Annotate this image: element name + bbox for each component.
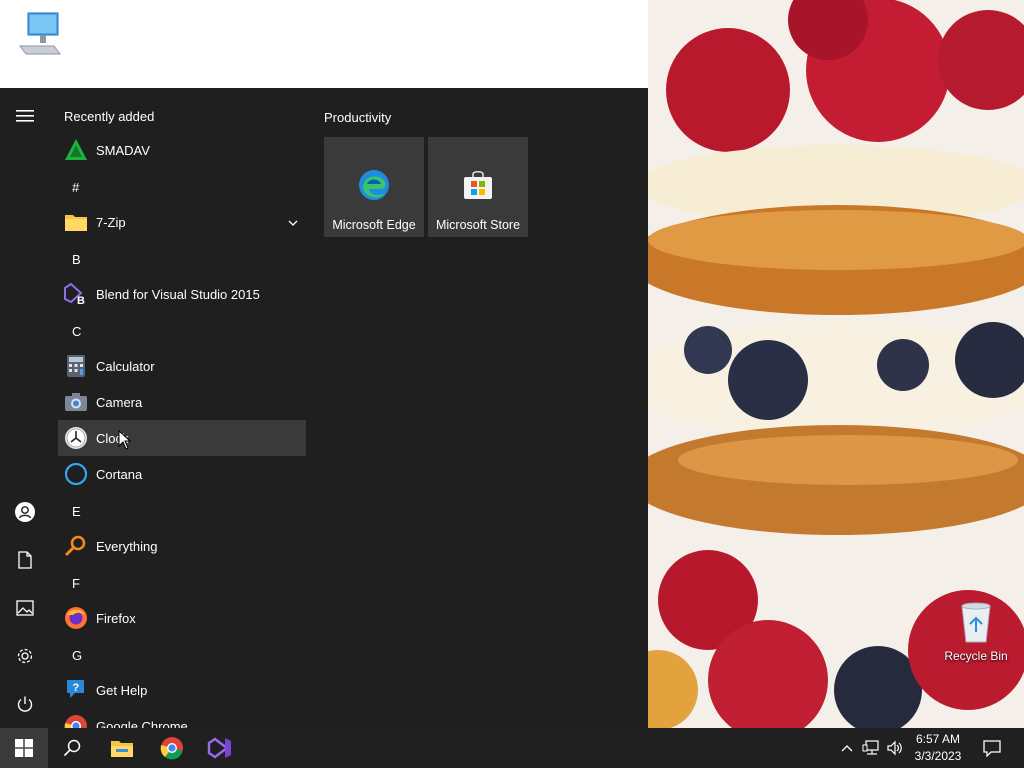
- recycle-bin-label: Recycle Bin: [944, 649, 1008, 663]
- app-firefox[interactable]: Firefox: [58, 600, 306, 636]
- app-camera[interactable]: Camera: [58, 384, 306, 420]
- app-list: Recently added SMADAV # 7-Zip B B Blend …: [58, 88, 306, 728]
- get-help-icon: ?: [63, 677, 89, 703]
- magnifier-icon: [63, 533, 89, 559]
- start-menu: Recently added SMADAV # 7-Zip B B Blend …: [0, 88, 648, 728]
- volume-button[interactable]: [884, 728, 906, 768]
- pictures-icon[interactable]: [13, 596, 37, 620]
- store-icon: [464, 170, 492, 199]
- tile-microsoft-store[interactable]: Microsoft Store: [428, 137, 528, 237]
- app-google-chrome[interactable]: Google Chrome: [58, 708, 306, 728]
- start-rail: [0, 88, 50, 728]
- app-label: Google Chrome: [96, 718, 188, 729]
- chrome-icon: [160, 737, 183, 760]
- app-everything[interactable]: Everything: [58, 528, 306, 564]
- letter-header-hash[interactable]: #: [72, 180, 79, 195]
- app-label: Calculator: [96, 358, 155, 374]
- taskbar-clock[interactable]: 6:57 AM 3/3/2023: [908, 731, 968, 765]
- letter-header-f[interactable]: F: [72, 576, 80, 591]
- file-explorer-icon: [111, 741, 133, 757]
- clock-time: 6:57 AM: [915, 732, 961, 746]
- app-label: Get Help: [96, 682, 148, 698]
- visual-studio-icon: [207, 737, 231, 759]
- app-cortana[interactable]: Cortana: [58, 456, 306, 492]
- app-smadav[interactable]: SMADAV: [58, 132, 306, 168]
- cortana-icon: [63, 461, 89, 487]
- network-button[interactable]: [860, 728, 882, 768]
- edge-icon: [359, 170, 389, 200]
- clock-date: 3/3/2023: [914, 749, 962, 763]
- volume-icon: [887, 740, 902, 756]
- start-icon: [15, 739, 33, 757]
- file-explorer-button[interactable]: [98, 728, 146, 768]
- tile-label: Microsoft Edge: [332, 218, 416, 232]
- svg-text:B: B: [77, 295, 85, 306]
- app-label: Cortana: [96, 466, 143, 482]
- search-icon: [63, 739, 81, 757]
- show-hidden-icons-button[interactable]: [838, 728, 856, 768]
- tile-group-title[interactable]: Productivity: [324, 110, 391, 125]
- recently-added-header: Recently added: [64, 109, 155, 124]
- app-label: SMADAV: [96, 142, 150, 158]
- recycle-bin-icon[interactable]: Recycle Bin: [936, 600, 1016, 663]
- clock-icon: [63, 425, 89, 451]
- documents-icon[interactable]: [13, 548, 37, 572]
- app-label: Everything: [96, 538, 158, 554]
- tile-label: Microsoft Store: [435, 218, 521, 232]
- smadav-icon: [63, 137, 89, 163]
- camera-icon: [63, 389, 89, 415]
- app-clock[interactable]: Clock: [58, 420, 306, 456]
- user-icon[interactable]: [13, 500, 37, 524]
- notification-icon: [983, 740, 1001, 757]
- letter-header-g[interactable]: G: [72, 648, 82, 663]
- app-label: Camera: [96, 394, 143, 410]
- folder-icon: [63, 209, 89, 235]
- app-7zip[interactable]: 7-Zip: [58, 204, 306, 240]
- chrome-taskbar-button[interactable]: [148, 728, 196, 768]
- recycle-bin-glyph-icon: [961, 602, 991, 643]
- svg-text:?: ?: [73, 682, 80, 694]
- mouse-cursor-icon: [118, 430, 132, 450]
- firefox-icon: [63, 605, 89, 631]
- search-button[interactable]: [48, 728, 96, 768]
- app-get-help[interactable]: ? Get Help: [58, 672, 306, 708]
- visual-studio-taskbar-button[interactable]: [196, 728, 244, 768]
- calculator-icon: [63, 353, 89, 379]
- chrome-icon: [63, 713, 89, 728]
- blend-icon: B: [63, 281, 89, 307]
- app-calculator[interactable]: Calculator: [58, 348, 306, 384]
- app-label: 7-Zip: [96, 214, 126, 230]
- this-pc-icon[interactable]: [14, 8, 64, 58]
- app-blend[interactable]: B Blend for Visual Studio 2015: [58, 276, 306, 312]
- menu-icon[interactable]: [13, 104, 37, 128]
- start-button[interactable]: [0, 728, 48, 768]
- app-label: Firefox: [96, 610, 136, 626]
- tile-microsoft-edge[interactable]: Microsoft Edge: [324, 137, 424, 237]
- app-label: Blend for Visual Studio 2015: [96, 286, 260, 302]
- action-center-button[interactable]: [976, 728, 1008, 768]
- letter-header-e[interactable]: E: [72, 504, 81, 519]
- network-icon: [862, 740, 879, 755]
- chevron-up-icon: [841, 745, 853, 752]
- settings-icon[interactable]: [13, 644, 37, 668]
- letter-header-c[interactable]: C: [72, 324, 81, 339]
- chevron-down-icon[interactable]: [288, 214, 298, 232]
- taskbar: 6:57 AM 3/3/2023: [0, 728, 1024, 768]
- power-icon[interactable]: [13, 692, 37, 716]
- letter-header-b[interactable]: B: [72, 252, 81, 267]
